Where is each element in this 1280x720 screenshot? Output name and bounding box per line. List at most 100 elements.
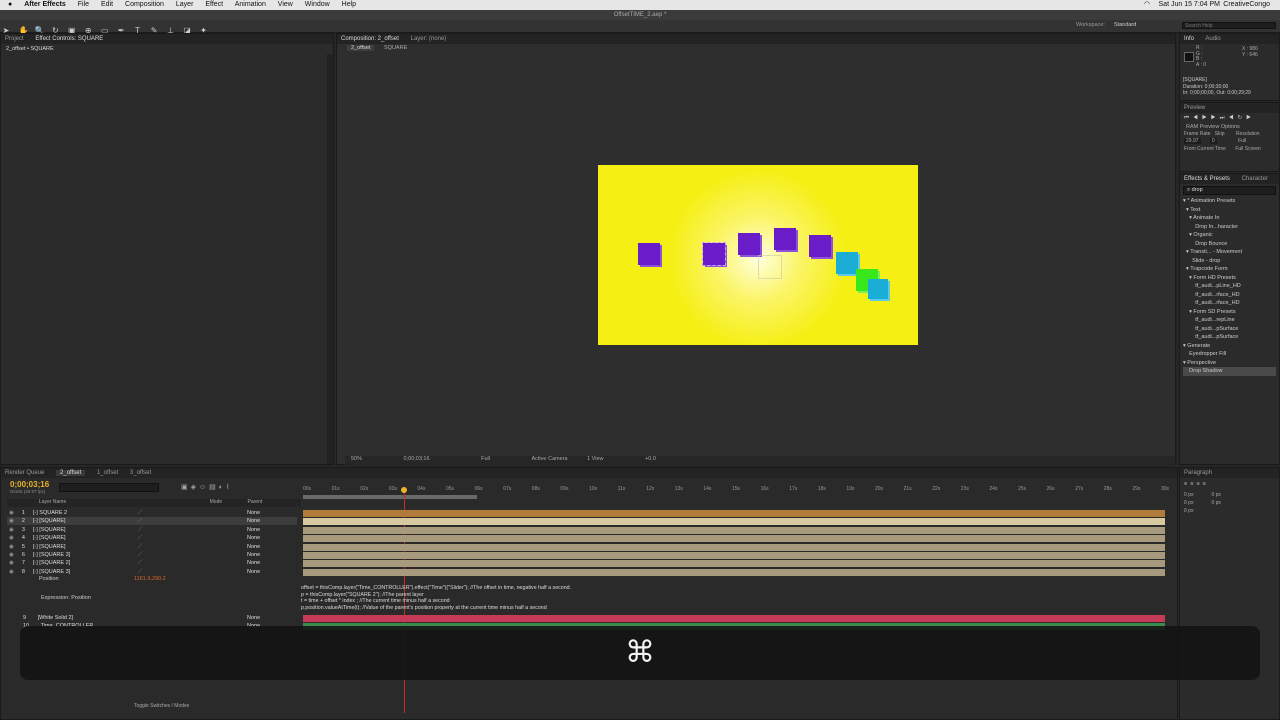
- layer-name[interactable]: [-] [SQUARE]: [33, 527, 66, 533]
- effects-tree-item[interactable]: ▾ Animate In: [1183, 214, 1276, 223]
- tab-effect-controls[interactable]: Effect Controls: SQUARE: [35, 36, 103, 42]
- menu-edit[interactable]: Edit: [101, 1, 113, 8]
- layer-duration-bar[interactable]: [303, 552, 1165, 559]
- layer-name[interactable]: [-] [SQUARE 2]: [33, 560, 70, 566]
- square-layer[interactable]: [774, 228, 796, 250]
- layer-switch-icon[interactable]: ／: [137, 509, 143, 517]
- visibility-eye-icon[interactable]: ◉: [9, 544, 14, 550]
- visibility-eye-icon[interactable]: ◉: [9, 518, 14, 524]
- visibility-eye-icon[interactable]: ◉: [9, 510, 14, 516]
- menu-window[interactable]: Window: [305, 1, 330, 8]
- layer-parent-select[interactable]: None: [247, 551, 260, 559]
- square-layer-cyan[interactable]: [868, 279, 888, 299]
- visibility-eye-icon[interactable]: ◉: [9, 560, 14, 566]
- search-help-input[interactable]: [1182, 22, 1276, 29]
- layer-row[interactable]: ◉ 1 [-] SQUARE 2 ／ None: [7, 509, 297, 517]
- breadcrumb-comp[interactable]: 2_offset: [347, 45, 375, 51]
- menu-animation[interactable]: Animation: [235, 1, 266, 8]
- effects-tree-item[interactable]: tf_audi...repLine: [1183, 316, 1276, 325]
- tab-audio[interactable]: Audio: [1205, 36, 1220, 42]
- visibility-eye-icon[interactable]: ◉: [9, 535, 14, 541]
- first-frame-icon[interactable]: ⏮: [1184, 115, 1193, 121]
- tab-layer[interactable]: Layer: (none): [411, 36, 447, 42]
- expression-editor[interactable]: offset = thisComp.layer("Time_CONTROLLER…: [301, 585, 571, 611]
- frame-blend-icon[interactable]: ▤: [209, 484, 219, 491]
- layer-duration-bar[interactable]: [303, 535, 1165, 543]
- menu-app-name[interactable]: After Effects: [24, 1, 66, 8]
- visibility-eye-icon[interactable]: ◉: [9, 527, 14, 533]
- effects-tree-item[interactable]: ▾ Text: [1183, 206, 1276, 215]
- layer-duration-bar[interactable]: [303, 518, 1165, 526]
- tab-info[interactable]: Info: [1184, 36, 1194, 42]
- effects-tree-item[interactable]: ▾ Transit... - Movement: [1183, 248, 1276, 257]
- comp-mini-flowchart-icon[interactable]: ▣: [181, 484, 191, 491]
- visibility-eye-icon[interactable]: ◉: [9, 552, 14, 558]
- layer-parent-select[interactable]: None: [247, 559, 260, 567]
- apple-icon[interactable]: ●: [8, 1, 12, 8]
- comp-timecode[interactable]: 0;00;03;16: [404, 456, 430, 462]
- square-layer[interactable]: [738, 233, 760, 255]
- position-property[interactable]: Position: [39, 576, 59, 583]
- layer-parent-select[interactable]: None: [247, 543, 260, 551]
- space-before-field[interactable]: 0 px: [1211, 500, 1220, 506]
- layer-switch-icon[interactable]: ／: [137, 551, 143, 559]
- menu-effect[interactable]: Effect: [205, 1, 223, 8]
- tab-composition[interactable]: Composition: 2_offset: [341, 36, 399, 42]
- ram-preview-icon[interactable]: ▶: [1246, 115, 1255, 121]
- effects-tree-item[interactable]: tf_audi...pSurface: [1183, 333, 1276, 342]
- layer-row[interactable]: ◉ 7 [-] [SQUARE 2] ／ None: [7, 559, 297, 567]
- effects-tree-item[interactable]: ▾ * Animation Presets: [1183, 197, 1276, 206]
- effects-tree-item[interactable]: ▾ Trapcode Form: [1183, 265, 1276, 274]
- tab-1-offset[interactable]: 1_offset: [97, 470, 118, 476]
- effects-tree-item[interactable]: Drop Shadow: [1183, 367, 1276, 376]
- layer-switch-icon[interactable]: ／: [137, 559, 143, 567]
- breadcrumb-layer[interactable]: SQUARE: [384, 45, 407, 51]
- resolution-field[interactable]: Full: [1238, 138, 1246, 144]
- layer-duration-bar[interactable]: [303, 560, 1165, 568]
- menu-view[interactable]: View: [278, 1, 293, 8]
- layer-parent-select[interactable]: None: [247, 568, 260, 576]
- effects-tree-item[interactable]: Slide - drop: [1183, 257, 1276, 266]
- layer-switch-icon[interactable]: ／: [137, 517, 143, 525]
- last-frame-icon[interactable]: ⏭: [1220, 115, 1229, 121]
- camera-select[interactable]: Active Camera: [531, 456, 567, 462]
- prev-frame-icon[interactable]: ◀: [1193, 115, 1202, 121]
- comp-canvas[interactable]: [598, 165, 918, 345]
- playhead-handle[interactable]: [401, 487, 407, 493]
- motion-blur-icon[interactable]: ◐: [219, 484, 226, 491]
- layer-parent-select[interactable]: None: [247, 509, 260, 517]
- square-layer[interactable]: [809, 235, 831, 257]
- square-layer[interactable]: [638, 243, 660, 265]
- shy-icon[interactable]: ☺: [199, 484, 209, 491]
- effects-tree-item[interactable]: ▾ Form SD Presets: [1183, 308, 1276, 317]
- resolution-select[interactable]: Full: [481, 456, 490, 462]
- layer-row[interactable]: ◉ 5 [-] [SQUARE] ／ None: [7, 543, 297, 551]
- visibility-eye-icon[interactable]: ◉: [9, 569, 14, 575]
- layer-name[interactable]: [-] [SQUARE]: [33, 518, 66, 524]
- skip-field[interactable]: 0: [1209, 138, 1217, 144]
- menu-layer[interactable]: Layer: [176, 1, 194, 8]
- status-datetime[interactable]: Sat Jun 15 7:04 PM: [1159, 0, 1220, 10]
- indent-right-field[interactable]: 0 px: [1211, 492, 1220, 498]
- indent-left-field[interactable]: 0 px: [1184, 492, 1193, 498]
- layer-name[interactable]: [-] [SQUARE]: [33, 535, 66, 541]
- square-layer-selected[interactable]: [702, 242, 726, 266]
- timeline-search-input[interactable]: [59, 483, 159, 492]
- play-icon[interactable]: ▶: [1202, 115, 1211, 121]
- layer-switch-icon[interactable]: ／: [137, 568, 143, 576]
- layer-duration-bar[interactable]: [303, 526, 1165, 534]
- layer-name[interactable]: [-] SQUARE 2: [33, 510, 67, 516]
- tab-render-queue[interactable]: Render Queue: [5, 470, 44, 476]
- effects-tree-item[interactable]: ▾ Form HD Presets: [1183, 274, 1276, 283]
- layer-name[interactable]: [-] [SQUARE 3]: [33, 569, 70, 575]
- tab-character[interactable]: Character: [1242, 176, 1268, 182]
- loop-icon[interactable]: ↻: [1238, 115, 1247, 121]
- effects-tree-item[interactable]: tf_audi...rface_HD: [1183, 299, 1276, 308]
- effects-tree-item[interactable]: ▾ Generate: [1183, 342, 1276, 351]
- layer-parent-select[interactable]: None: [247, 517, 260, 525]
- tab-3-offset[interactable]: 3_offset: [130, 470, 151, 476]
- layer-parent-select[interactable]: None: [247, 534, 260, 542]
- tab-2-offset[interactable]: 2_offset: [56, 470, 86, 476]
- layer-row[interactable]: ◉ 3 [-] [SQUARE] ／ None: [7, 526, 297, 534]
- effects-tree-item[interactable]: Drop Bounce: [1183, 240, 1276, 249]
